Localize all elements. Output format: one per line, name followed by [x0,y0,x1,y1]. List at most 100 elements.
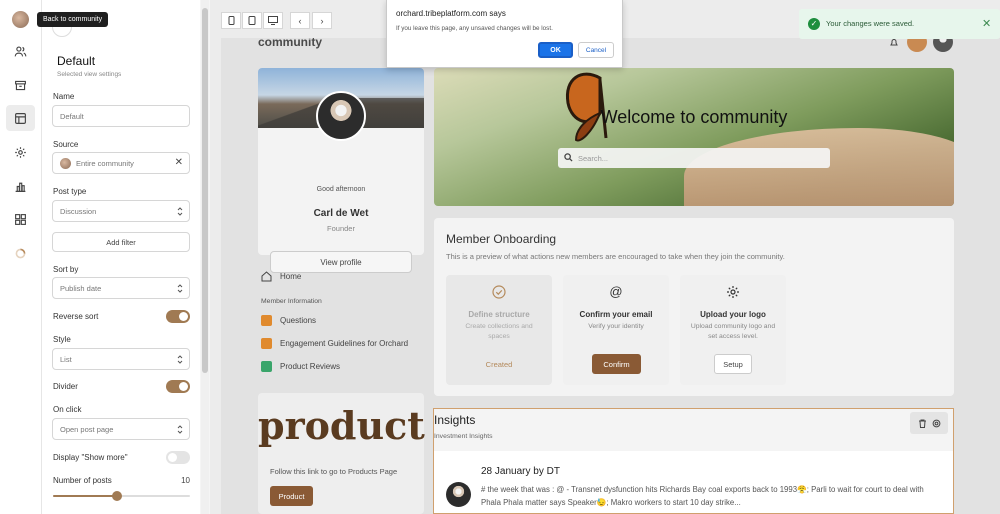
insights-title: Insights [434,413,476,427]
insights-subtitle: Investment Insights [434,433,493,440]
panel-scrollbar[interactable] [201,0,209,514]
hero-banner: Welcome to community Search... [434,68,954,206]
preview-area: ‹ › community Good afternoon Carl de Wet… [210,0,1000,514]
source-select[interactable]: Entire community ✕ [52,152,190,174]
forward-arrow-icon[interactable]: › [312,12,332,29]
user-avatar[interactable] [12,11,29,28]
number-of-posts-slider[interactable] [53,491,190,501]
dialog-cancel-button[interactable]: Cancel [578,42,614,58]
check-circle-icon: ✓ [808,18,820,30]
on-click-value: Open post page [60,424,114,434]
post-author-avatar[interactable] [446,482,471,507]
reverse-sort-toggle[interactable] [166,310,190,323]
back-to-community-tooltip: Back to community [37,12,109,27]
dialog-ok-button[interactable]: OK [538,42,573,58]
greeting: Good afternoon [316,186,366,193]
post-title[interactable]: 28 January by DT [481,466,560,477]
source-value: Entire community [76,158,134,168]
gear-icon[interactable] [6,139,35,165]
onboarding-title: Member Onboarding [446,232,557,246]
block-actions [910,412,948,434]
onboarding-subtitle: This is a preview of what actions new me… [446,252,785,261]
name-input[interactable]: Default [52,105,190,127]
step-description: Upload community logo and set access lev… [690,323,776,340]
profile-avatar[interactable] [316,91,366,141]
panel-title: Default [57,54,96,68]
post-type-select[interactable]: Discussion [52,200,190,222]
name-label: Name [53,92,75,101]
style-select[interactable]: List [52,348,190,370]
divider-toggle[interactable] [166,380,190,393]
archive-icon[interactable] [6,72,35,98]
mobile-view-icon[interactable] [221,12,241,29]
nav-item-product-reviews[interactable]: Product Reviews [261,361,340,372]
header-avatar[interactable] [933,38,953,52]
chevron-updown-icon [177,207,183,216]
close-icon[interactable]: ✕ [982,17,991,30]
create-icon[interactable] [907,38,927,52]
step-title: Confirm your email [579,310,653,319]
bell-icon[interactable] [889,38,899,48]
step-description: Create collections and spaces [465,323,533,340]
view-settings-panel: Default Selected view settings Name Defa… [42,0,200,514]
success-toast: ✓ Your changes were saved. ✕ [799,9,1000,39]
scrollbar-thumb[interactable] [202,8,208,373]
nav-item-engagement-guidelines[interactable]: Engagement Guidelines for Orchard [261,338,408,349]
apps-icon[interactable] [6,206,35,232]
site-brand[interactable]: community [258,38,322,49]
nav-item-questions[interactable]: Questions [261,315,316,326]
spinner-icon [6,240,35,266]
style-label: Style [53,335,71,344]
name-input-value: Default [60,111,84,121]
sort-by-select[interactable]: Publish date [52,277,190,299]
desktop-view-icon[interactable] [263,12,283,29]
clear-source-icon[interactable]: ✕ [175,158,183,168]
dialog-host: orchard.tribeplatform.com says [396,9,506,18]
product-text: Follow this link to go to Products Page [270,467,398,476]
source-label: Source [53,140,79,149]
search-placeholder: Search... [578,153,609,163]
onboarding-step-upload-logo: Upload your logo Upload community logo a… [680,275,786,385]
on-click-select[interactable]: Open post page [52,418,190,440]
chevron-updown-icon [177,425,183,434]
show-more-toggle[interactable] [166,451,190,464]
step-description: Verify your identity [588,323,644,330]
hero-title: Welcome to community [600,107,788,127]
space-icon [261,361,272,372]
members-icon[interactable] [6,38,35,64]
profile-card: Good afternoon Carl de Wet Founder View … [258,68,424,273]
hero-search-input[interactable]: Search... [558,148,830,168]
reverse-sort-label: Reverse sort [53,312,99,321]
chevron-updown-icon [177,355,183,364]
layout-icon[interactable] [6,105,35,131]
created-status: Created [485,359,513,369]
confirm-button[interactable]: Confirm [592,354,641,374]
setup-button[interactable]: Setup [714,354,752,374]
add-filter-button[interactable]: Add filter [52,232,190,252]
profile-name: Carl de Wet [313,208,369,219]
community-avatar [60,157,71,169]
product-heading: product [258,403,425,448]
sort-by-label: Sort by [53,265,79,274]
gear-icon [727,286,739,298]
gear-icon[interactable] [932,419,941,428]
back-arrow-icon[interactable]: ‹ [290,12,310,29]
insights-block[interactable]: Insights Investment Insights 28 January … [433,408,954,514]
nav-home[interactable]: Home [261,271,301,282]
style-value: List [60,354,72,364]
product-button[interactable]: Product [270,486,313,506]
view-profile-button[interactable]: View profile [270,251,412,273]
on-click-label: On click [53,405,82,414]
tablet-view-icon[interactable] [242,12,262,29]
left-rail [0,0,42,514]
home-icon [261,271,272,282]
step-title: Define structure [468,310,530,319]
profile-role: Founder [327,224,355,233]
nav-home-label: Home [280,272,302,281]
slider-thumb[interactable] [112,491,123,501]
member-onboarding-card: Member Onboarding This is a preview of w… [434,218,954,396]
chart-icon[interactable] [6,173,35,199]
space-icon [261,338,272,349]
trash-icon[interactable] [918,419,927,428]
post-type-value: Discussion [60,206,97,216]
